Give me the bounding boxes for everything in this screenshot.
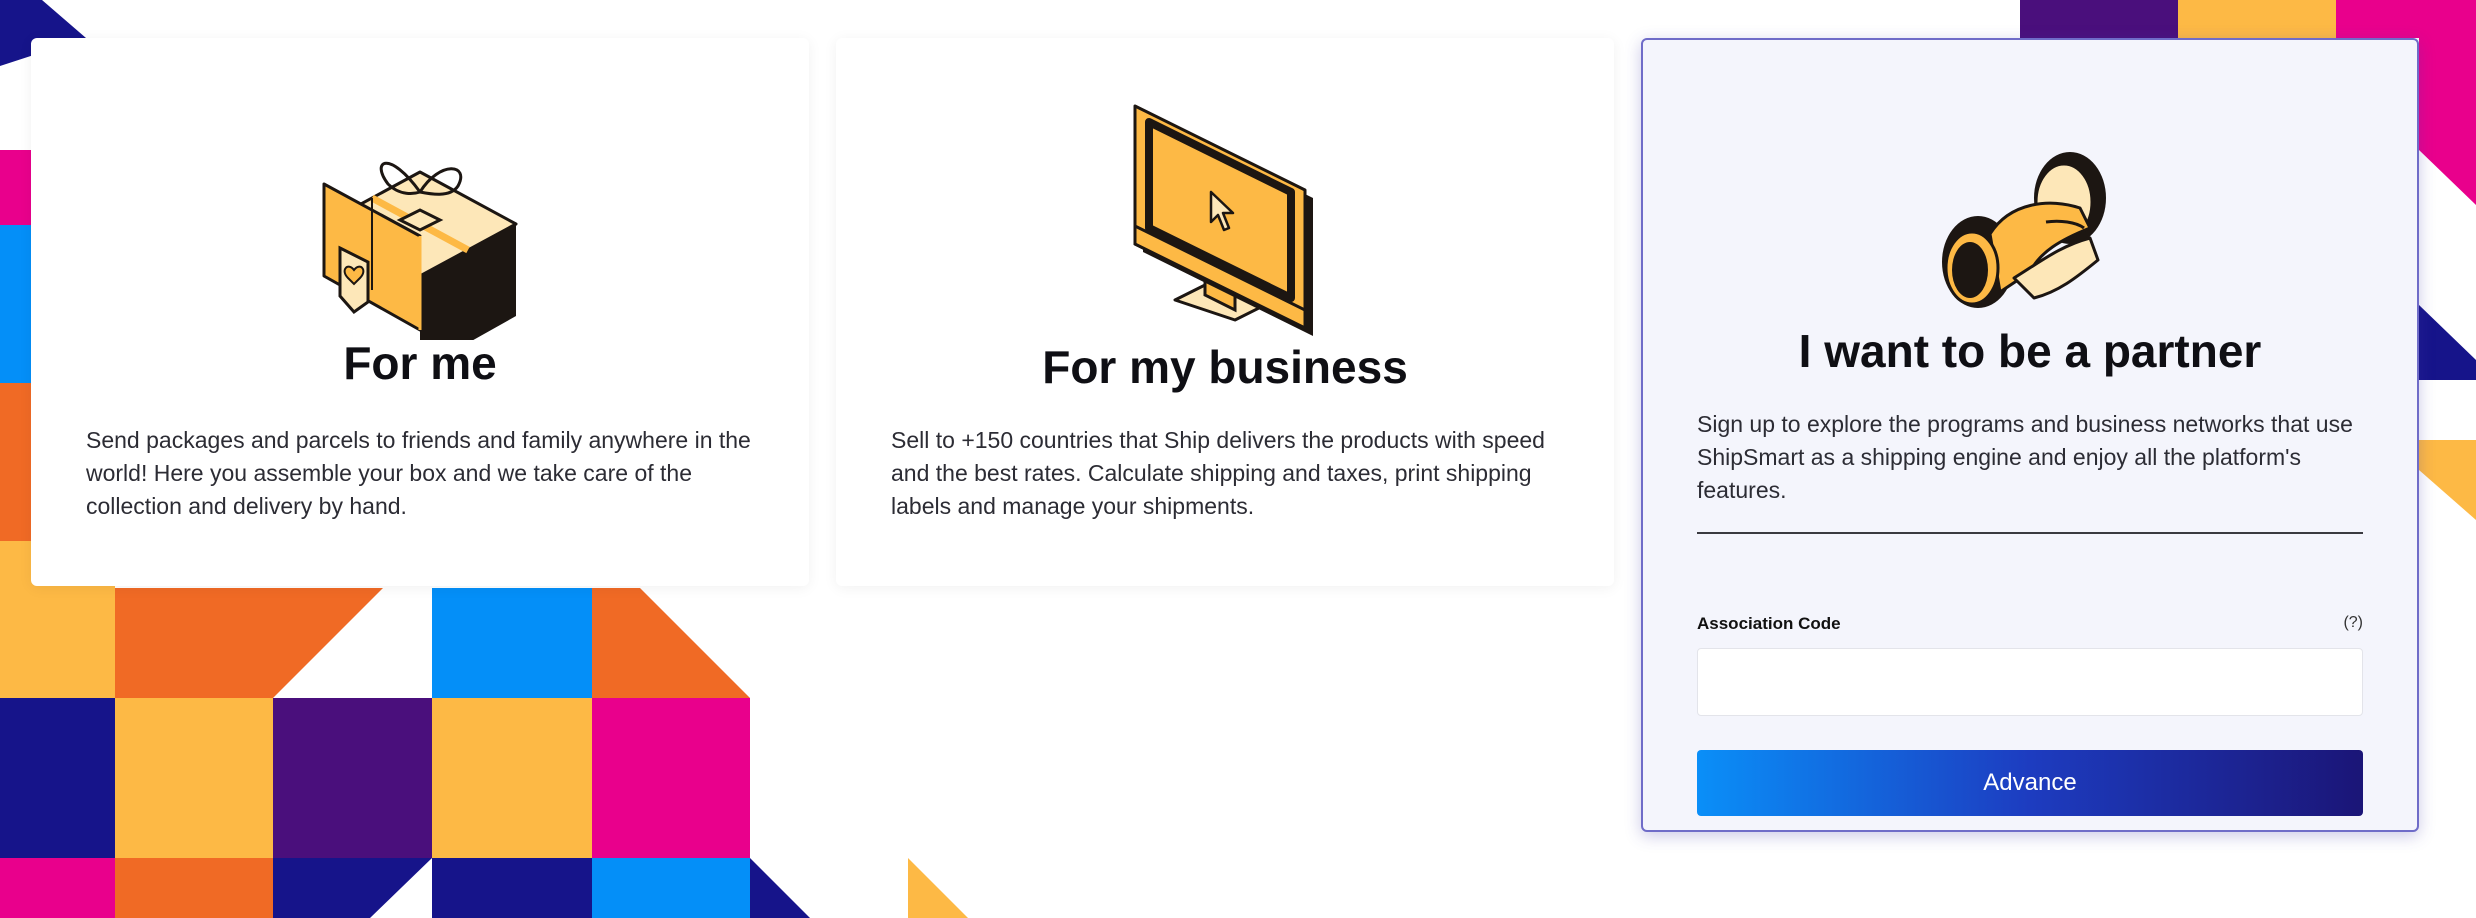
association-code-label: Association Code <box>1697 614 1841 633</box>
divider <box>1697 532 2363 534</box>
personal-card-description: Send packages and parcels to friends and… <box>86 427 751 519</box>
association-code-input[interactable] <box>1697 648 2363 716</box>
advance-button[interactable]: Advance <box>1697 750 2363 816</box>
business-card[interactable]: For my business Sell to +150 countries t… <box>836 38 1614 586</box>
partner-card-title: I want to be a partner <box>1798 325 2262 377</box>
personal-card-title: For me <box>343 337 497 389</box>
personal-card[interactable]: For me Send packages and parcels to frie… <box>31 38 809 586</box>
partner-card[interactable]: I want to be a partner Sign up to explor… <box>1641 38 2419 832</box>
business-card-title: For my business <box>1042 341 1408 393</box>
gift-box-icon <box>322 161 518 340</box>
partner-card-description: Sign up to explore the programs and busi… <box>1697 411 2353 503</box>
monitor-cursor-icon <box>1133 104 1313 336</box>
business-card-description: Sell to +150 countries that Ship deliver… <box>891 427 1545 519</box>
handshake-icon <box>1942 152 2106 308</box>
help-link[interactable]: (?) <box>2343 614 2363 632</box>
